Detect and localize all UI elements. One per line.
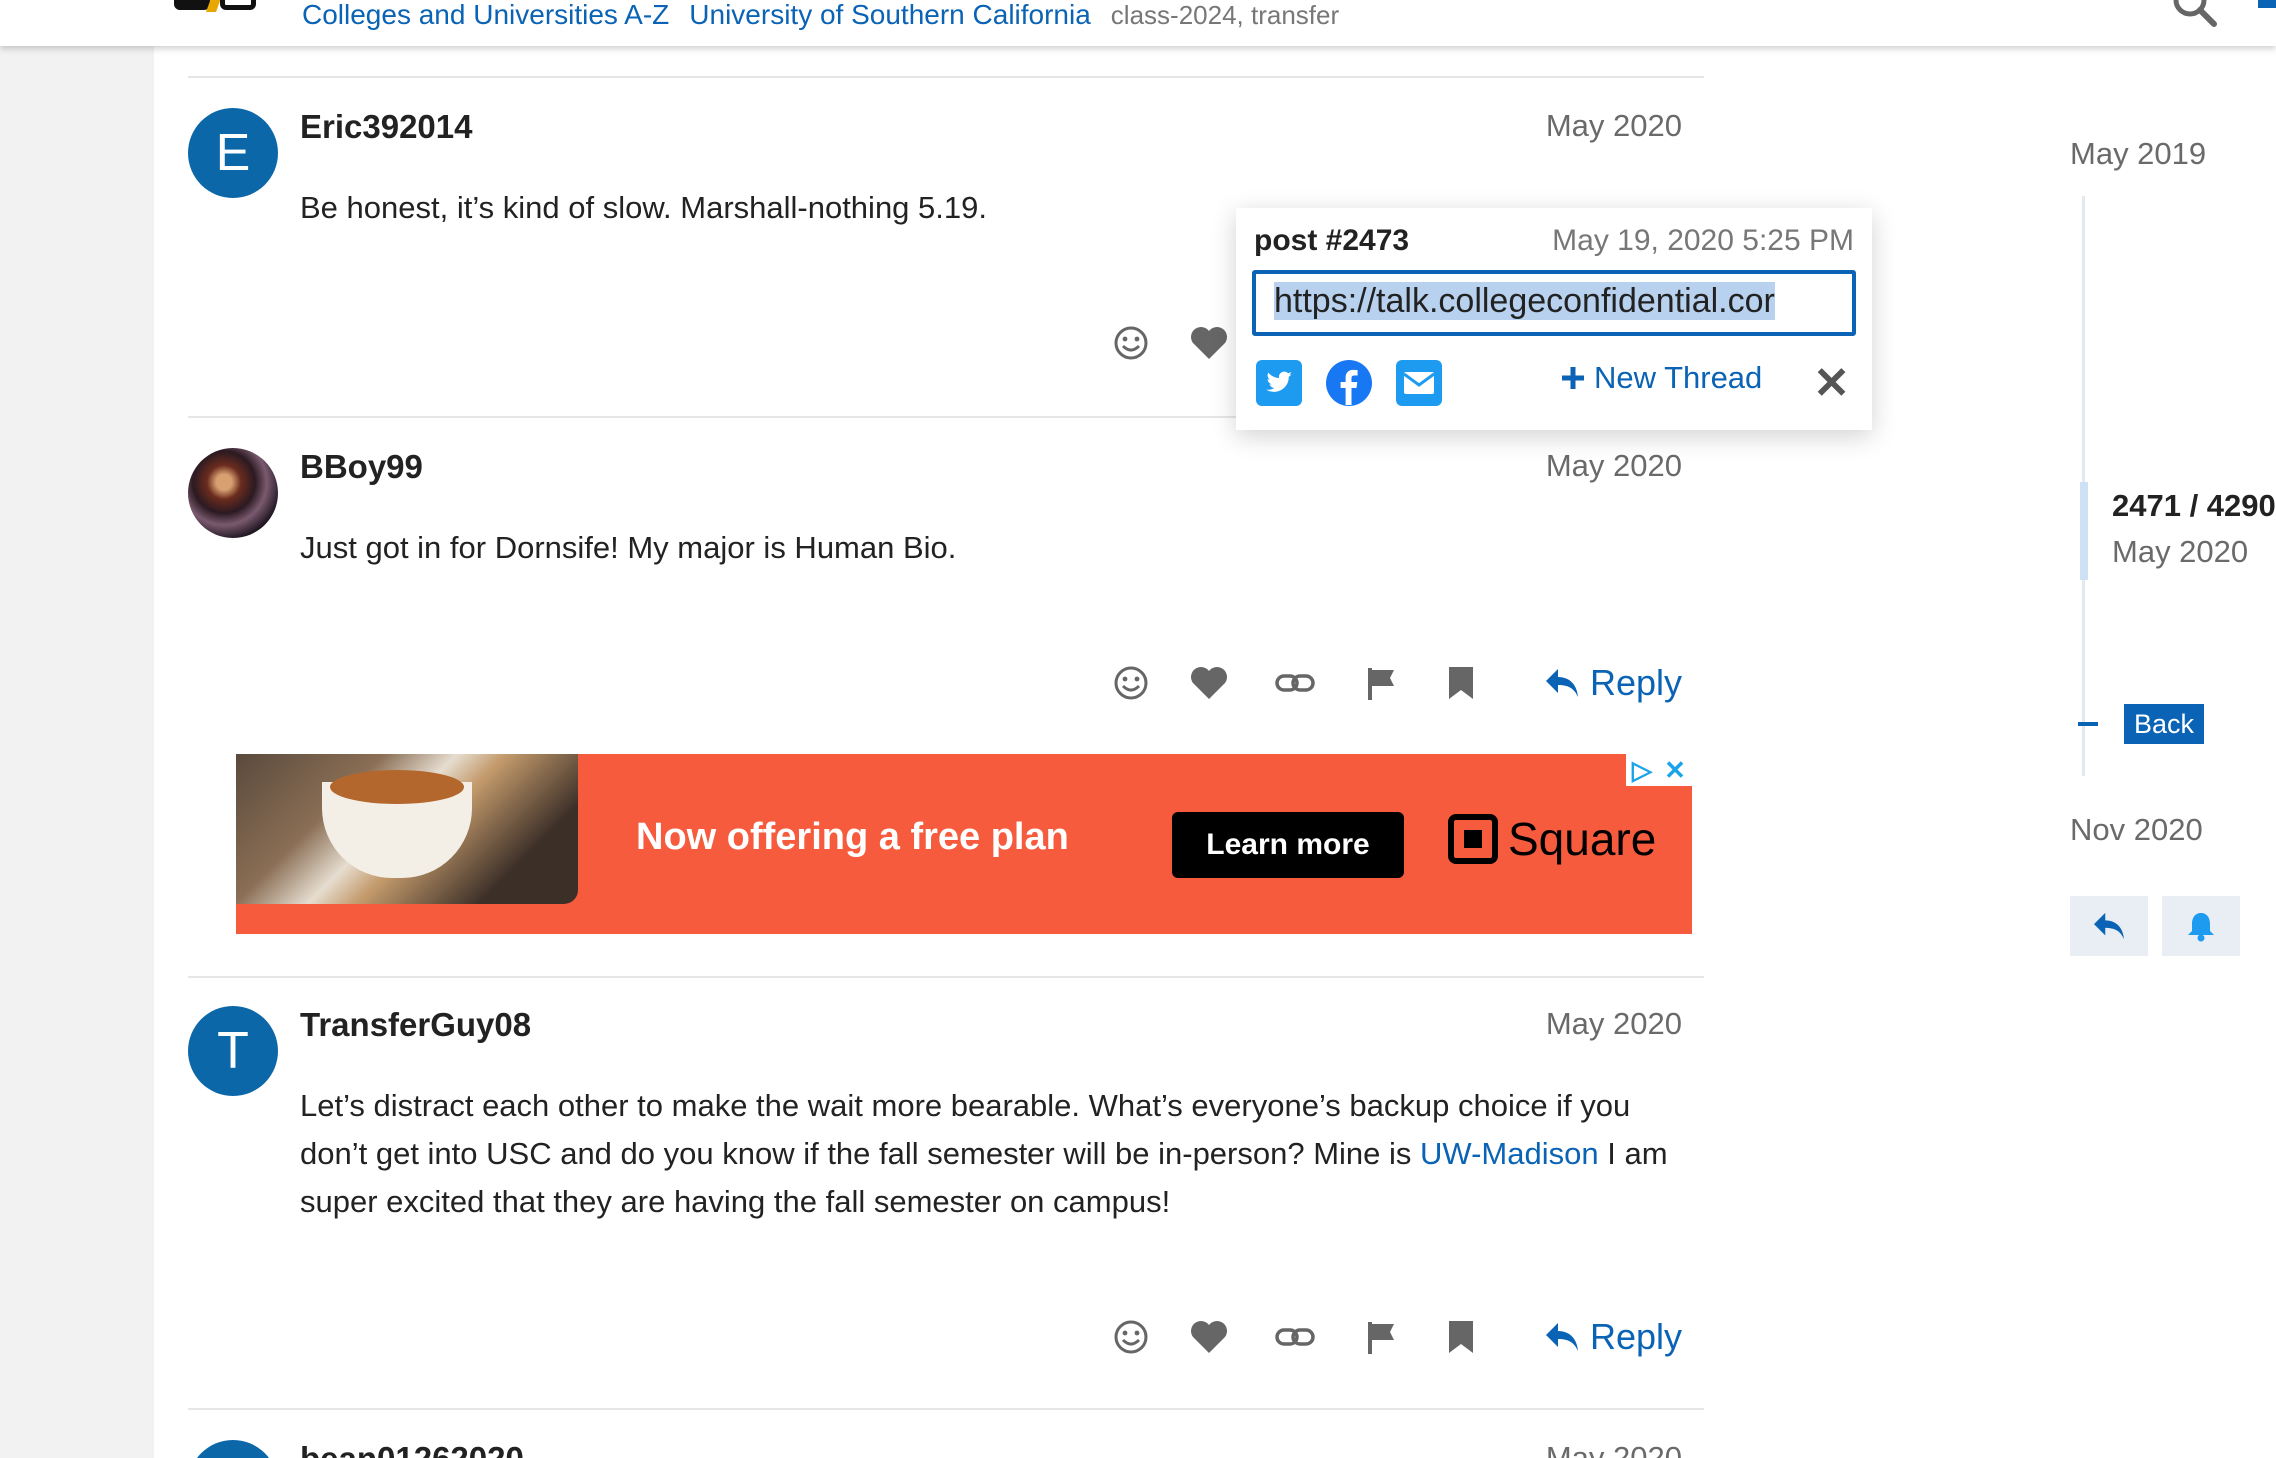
post-bboy99: BBoy99 May 2020 Just got in for Dornsife… [188,448,1704,708]
ad-brand-name: Square [1508,813,1657,865]
search-icon[interactable] [2172,0,2218,28]
breadcrumb: Colleges and Universities A-Z University… [302,0,1339,30]
bell-icon [2188,913,2214,942]
timeline-back-button[interactable]: Back [2124,704,2204,744]
timeline-last-read-marker [2078,722,2098,726]
site-logo[interactable] [174,0,266,12]
username[interactable]: TransferGuy08 [300,1006,531,1044]
square-logo-icon [1448,814,1498,864]
new-thread-button[interactable]: New Thread [1560,360,1762,396]
username[interactable]: bean01262020 [300,1440,524,1458]
avatar[interactable] [188,1440,278,1458]
reply-label: Reply [1589,1316,1682,1357]
react-emoji-icon[interactable] [1108,660,1154,706]
email-icon[interactable] [1394,358,1444,408]
topic-timeline: May 2019 2471 / 4290 May 2020 Back Nov 2… [2060,120,2276,980]
adchoices-icon[interactable]: ▷ ✕ [1626,754,1692,786]
topic-tags[interactable]: class-2024, transfer [1111,0,1339,31]
left-gutter [0,46,154,1458]
post-bean01262020: bean01262020 May 2020 [188,1440,1704,1458]
flag-icon[interactable] [1358,660,1404,706]
advertisement-banner[interactable]: Now offering a free plan Learn more Squa… [236,754,1692,934]
share-post-timestamp: May 19, 2020 5:25 PM [1552,224,1854,257]
timeline-end-date[interactable]: Nov 2020 [2070,812,2203,848]
react-emoji-icon[interactable] [1108,320,1154,366]
ad-tagline: Now offering a free plan [636,816,1069,858]
ad-image [236,754,578,904]
link-icon[interactable] [1272,1314,1318,1360]
reply-icon [1545,1323,1578,1351]
post-body: Let’s distract each other to make the wa… [300,1082,1700,1226]
post-transferguy08: T TransferGuy08 May 2020 Let’s distract … [188,1006,1704,1386]
reply-button[interactable]: Reply [1544,660,1682,706]
reply-label: Reply [1589,662,1682,703]
reply-button[interactable]: Reply [1544,1314,1682,1360]
plus-icon [1562,367,1584,389]
share-url-input[interactable]: https://talk.collegeconfidential.cor [1252,270,1856,336]
post-divider [188,976,1704,978]
post-date[interactable]: May 2020 [1546,108,1682,144]
react-emoji-icon[interactable] [1108,1314,1154,1360]
post-date[interactable]: May 2020 [1546,448,1682,484]
avatar-letter: E [215,124,251,182]
post-actions: Reply [188,1314,1704,1364]
post-actions: Reply [188,660,1704,710]
reply-icon [2094,912,2124,940]
close-icon[interactable]: ✕ [1813,358,1850,409]
post-date[interactable]: May 2020 [1546,1440,1682,1458]
timeline-start-date[interactable]: May 2019 [2070,136,2206,172]
ad-brand: Square [1448,812,1656,866]
like-heart-icon[interactable] [1186,320,1232,366]
ad-learn-more-button[interactable]: Learn more [1172,812,1404,878]
post-body-link[interactable]: UW-Madison [1420,1136,1599,1171]
breadcrumb-colleges[interactable]: Colleges and Universities A-Z [302,0,669,31]
post-date[interactable]: May 2020 [1546,1006,1682,1042]
timeline-scroll-handle[interactable] [2080,482,2088,580]
timeline-position: 2471 / 4290 [2112,488,2276,523]
timeline-reply-button[interactable] [2070,896,2148,956]
username[interactable]: BBoy99 [300,448,423,486]
share-icons [1254,358,1444,408]
share-post-popup: post #2473 May 19, 2020 5:25 PM https://… [1236,208,1872,430]
timeline-position-date: May 2020 [2112,534,2249,569]
link-icon[interactable] [1272,660,1318,706]
avatar[interactable] [188,448,278,538]
like-heart-icon[interactable] [1186,660,1232,706]
reply-icon [1545,669,1578,697]
like-heart-icon[interactable] [1186,1314,1232,1360]
bookmark-icon[interactable] [1438,660,1484,706]
facebook-icon[interactable] [1324,358,1374,408]
post-divider [188,76,1704,78]
post-divider [188,1408,1704,1410]
timeline-notification-button[interactable] [2162,896,2240,956]
avatar-letter: T [217,1022,249,1080]
share-url-text: https://talk.collegeconfidential.cor [1274,282,1775,320]
breadcrumb-usc[interactable]: University of Southern California [689,0,1091,31]
twitter-icon[interactable] [1254,358,1304,408]
share-post-number: post #2473 [1254,224,1410,257]
avatar[interactable]: E [188,108,278,198]
new-thread-label: New Thread [1594,360,1763,395]
site-header: Colleges and Universities A-Z University… [0,0,2276,46]
bookmark-icon[interactable] [1438,1314,1484,1360]
post-body: Just got in for Dornsife! My major is Hu… [300,530,957,565]
username[interactable]: Eric392014 [300,108,473,146]
avatar[interactable]: T [188,1006,278,1096]
flag-icon[interactable] [1358,1314,1404,1360]
user-menu-icon[interactable] [2258,0,2276,8]
